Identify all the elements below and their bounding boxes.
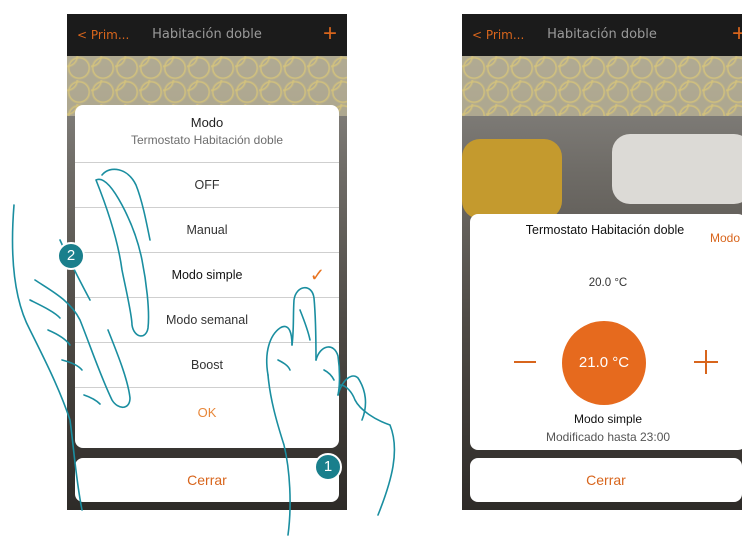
ok-button[interactable]: OK	[75, 388, 339, 441]
close-button[interactable]: Cerrar	[470, 458, 742, 502]
option-boost[interactable]: Boost	[75, 343, 339, 388]
add-icon[interactable]: +	[323, 14, 337, 56]
option-manual[interactable]: Manual	[75, 208, 339, 253]
mode-link[interactable]: Modo	[710, 231, 740, 245]
thermostat-card: Termostato Habitación doble Modo 20.0 °C…	[470, 214, 742, 450]
option-off[interactable]: OFF	[75, 163, 339, 208]
setpoint-value: 20.0 °C	[588, 277, 628, 289]
option-modo-simple[interactable]: Modo simple ✓	[75, 253, 339, 298]
page-title: Habitación doble	[547, 27, 657, 42]
left-phone-screen: < Prim... Habitación doble + Modo Termos…	[67, 14, 347, 510]
right-phone-screen: < Prim... Habitación doble + Termostato …	[462, 14, 742, 510]
dialog-header: Modo Termostato Habitación doble	[75, 105, 339, 163]
headboard-pattern	[462, 56, 742, 116]
mode-until: Modificado hasta 23:00	[545, 430, 671, 444]
page-title: Habitación doble	[152, 27, 262, 42]
plus-icon[interactable]	[694, 350, 718, 374]
mode-name: Modo simple	[573, 412, 643, 426]
dialog-title: Modo	[190, 115, 224, 130]
option-modo-semanal[interactable]: Modo semanal	[75, 298, 339, 343]
top-bar: < Prim... Habitación doble +	[462, 14, 742, 56]
mode-dialog: Modo Termostato Habitación doble OFF Man…	[75, 105, 339, 448]
temperature-display: 21.0 °C	[562, 321, 646, 405]
pillow	[612, 134, 742, 204]
add-icon[interactable]: +	[732, 14, 742, 56]
top-bar: < Prim... Habitación doble +	[67, 14, 347, 56]
minus-icon[interactable]	[514, 361, 536, 363]
thermostat-title: Termostato Habitación doble	[525, 223, 685, 237]
pillow	[462, 139, 562, 219]
dialog-subtitle: Termostato Habitación doble	[130, 133, 284, 147]
option-label: Modo simple	[171, 268, 243, 282]
step-2-badge: 2	[57, 242, 85, 270]
close-button[interactable]: Cerrar	[75, 458, 339, 502]
step-1-badge: 1	[314, 453, 342, 481]
check-icon: ✓	[309, 265, 325, 285]
